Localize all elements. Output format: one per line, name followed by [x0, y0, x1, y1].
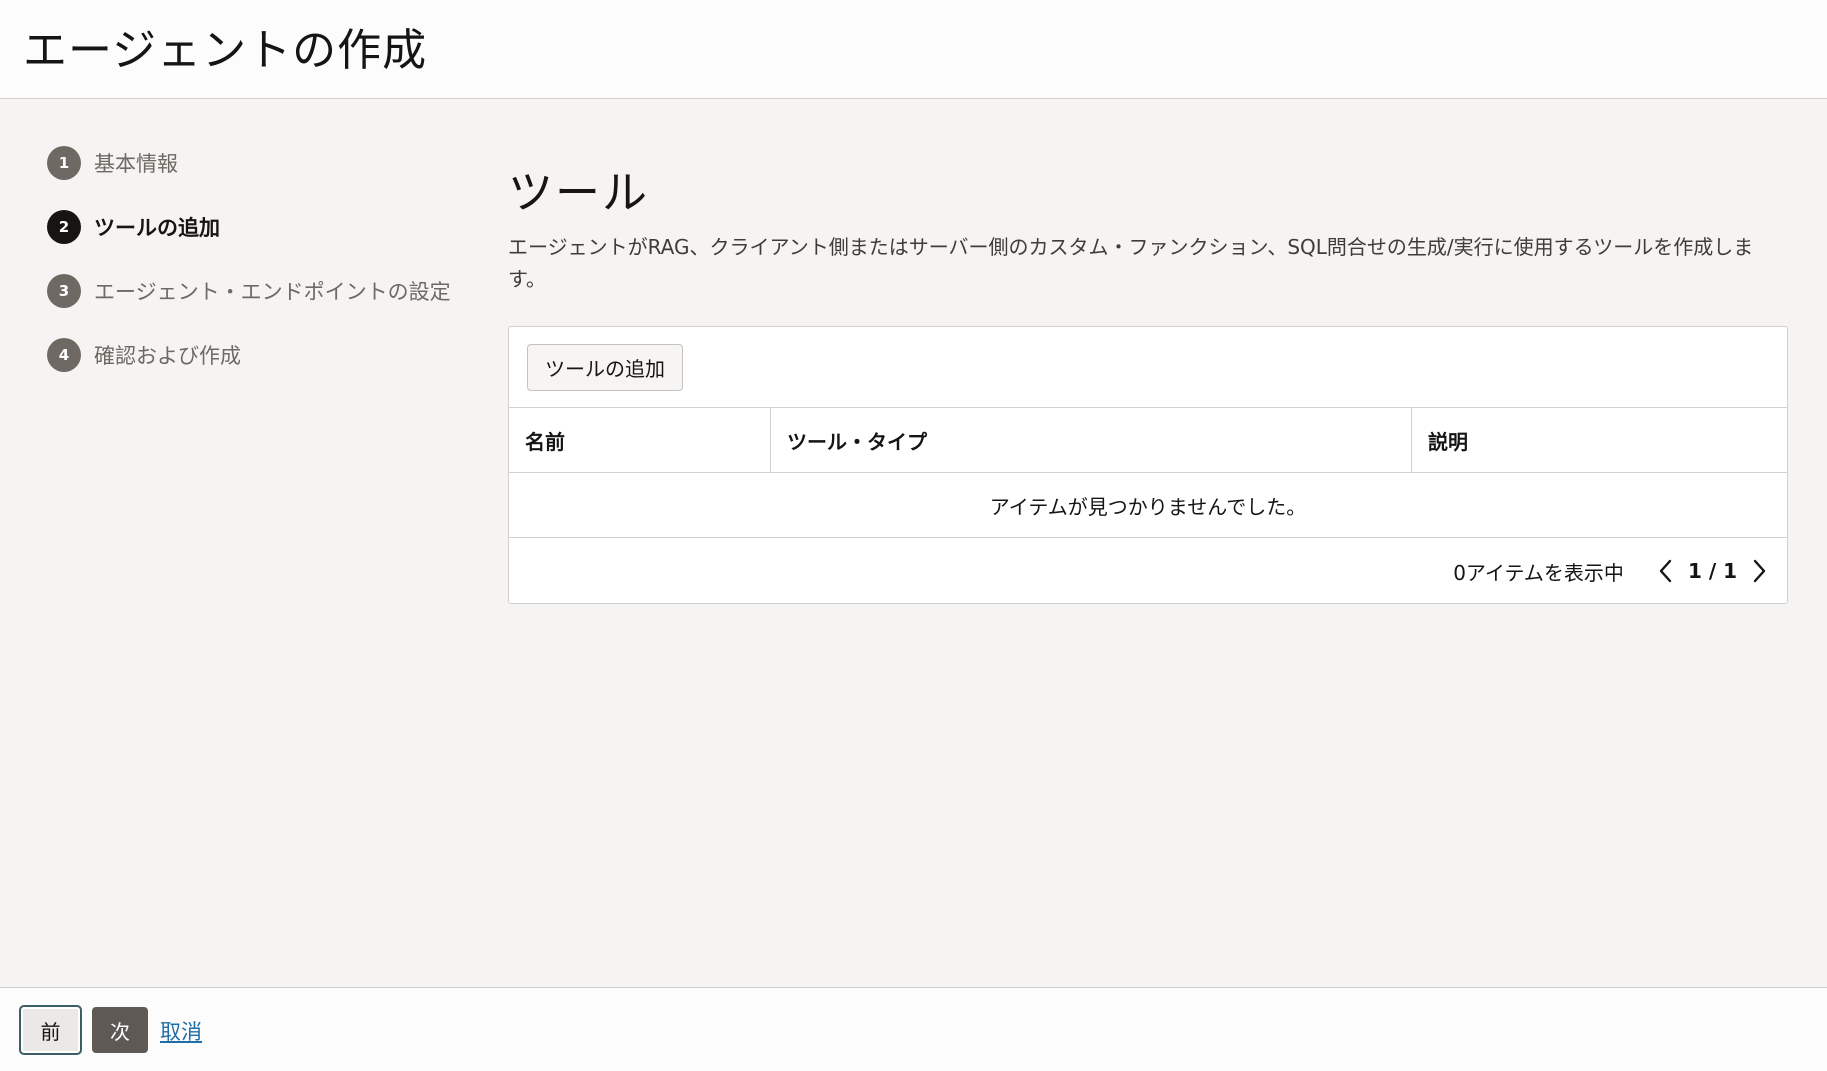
- page-header: エージェントの作成: [0, 0, 1827, 99]
- chevron-left-icon[interactable]: [1652, 556, 1678, 586]
- step-number: 2: [47, 210, 81, 244]
- table-pagination: 0アイテムを表示中 1 / 1: [1453, 538, 1773, 604]
- tools-table-card: ツールの追加 名前 ツール・タイプ 説明 アイテムが見つかりませんでした。 0ア…: [508, 326, 1788, 604]
- add-tool-button[interactable]: ツールの追加: [527, 344, 683, 391]
- page-footer: 前 次 取消: [0, 987, 1827, 1071]
- section-title: ツール: [508, 166, 650, 219]
- step-label: ツールの追加: [94, 216, 220, 240]
- column-header-tool-type[interactable]: ツール・タイプ: [771, 408, 1412, 472]
- step-label: 確認および作成: [94, 344, 241, 368]
- step-number: 4: [47, 338, 81, 372]
- step-number: 1: [47, 146, 81, 180]
- table-header: 名前 ツール・タイプ 説明: [509, 408, 1787, 473]
- table-toolbar: ツールの追加: [509, 327, 1787, 408]
- empty-message: アイテムが見つかりませんでした。: [509, 473, 1787, 538]
- create-agent-page: エージェントの作成 1 基本情報 2 ツールの追加 3 エージェント・エンドポイ…: [0, 0, 1827, 1071]
- content-area: 1 基本情報 2 ツールの追加 3 エージェント・エンドポイントの設定 4 確認…: [0, 100, 1827, 987]
- step-basic-info[interactable]: 1 基本情報: [47, 146, 178, 180]
- step-endpoint-settings[interactable]: 3 エージェント・エンドポイントの設定: [47, 274, 451, 308]
- chevron-right-icon[interactable]: [1747, 556, 1773, 586]
- column-header-description[interactable]: 説明: [1412, 408, 1788, 472]
- section-description: エージェントがRAG、クライアント側またはサーバー側のカスタム・ファンクション、…: [508, 235, 1754, 291]
- step-add-tools[interactable]: 2 ツールの追加: [47, 210, 220, 244]
- column-header-name[interactable]: 名前: [509, 408, 771, 472]
- step-label: 基本情報: [94, 152, 178, 176]
- cancel-link[interactable]: 取消: [160, 1016, 202, 1046]
- step-number: 3: [47, 274, 81, 308]
- next-button[interactable]: 次: [92, 1007, 148, 1053]
- step-label: エージェント・エンドポイントの設定: [94, 280, 451, 304]
- step-review-create[interactable]: 4 確認および作成: [47, 338, 241, 372]
- main-section: ツール エージェントがRAG、クライアント側またはサーバー側のカスタム・ファンク…: [508, 156, 1788, 295]
- previous-button[interactable]: 前: [19, 1005, 82, 1055]
- page-indicator: 1 / 1: [1687, 559, 1737, 583]
- page-title: エージェントの作成: [23, 25, 428, 76]
- item-count: 0アイテムを表示中: [1453, 560, 1624, 585]
